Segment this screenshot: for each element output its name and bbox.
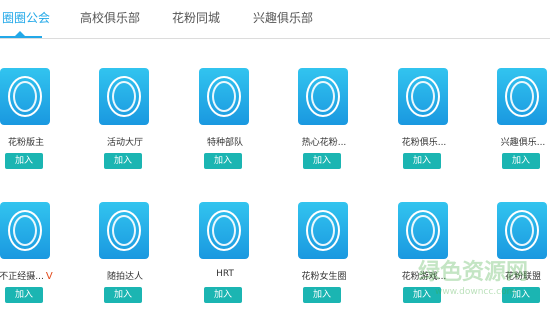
join-button[interactable]: 加入 bbox=[104, 287, 142, 303]
tab-bar: 圈圈公会 高校俱乐部 花粉同城 兴趣俱乐部 bbox=[0, 0, 550, 39]
group-name: 活动大厅 bbox=[89, 135, 161, 148]
group-avatar-icon[interactable] bbox=[298, 68, 348, 125]
ring-logo-icon bbox=[207, 210, 241, 251]
group-name-text: HRT bbox=[216, 269, 234, 279]
ring-logo-icon bbox=[8, 76, 42, 117]
ring-logo-icon bbox=[107, 210, 141, 251]
group-avatar-icon[interactable] bbox=[398, 68, 448, 125]
group-name: 花粉女生圈 bbox=[288, 269, 360, 282]
group-avatar-icon[interactable] bbox=[398, 202, 448, 259]
group-avatar-icon[interactable] bbox=[497, 68, 547, 125]
join-button[interactable]: 加入 bbox=[502, 287, 540, 303]
active-tab-caret bbox=[15, 31, 25, 36]
ring-logo-icon bbox=[505, 210, 539, 251]
join-button[interactable]: 加入 bbox=[5, 153, 43, 169]
ring-logo-icon bbox=[505, 76, 539, 117]
ring-logo-icon bbox=[8, 210, 42, 251]
join-button[interactable]: 加入 bbox=[104, 153, 142, 169]
group-avatar-icon[interactable] bbox=[0, 202, 50, 259]
ring-logo-icon bbox=[306, 76, 340, 117]
group-name-text: 活动大厅 bbox=[106, 138, 143, 148]
join-button[interactable]: 加入 bbox=[204, 287, 242, 303]
group-name: 花粉联盟 bbox=[487, 269, 550, 282]
group-name-text: 热心花粉... bbox=[301, 138, 347, 148]
join-button[interactable]: 加入 bbox=[5, 287, 43, 303]
group-name: 花粉游戏... bbox=[388, 269, 460, 282]
group-name-text: 兴趣俱乐... bbox=[500, 138, 546, 148]
group-name-text: 花粉联盟 bbox=[504, 272, 541, 282]
group-avatar-icon[interactable] bbox=[99, 202, 149, 259]
join-button[interactable]: 加入 bbox=[303, 287, 341, 303]
group-name: 热心花粉... bbox=[288, 135, 360, 148]
tab-fans-same-city[interactable]: 花粉同城 bbox=[172, 9, 220, 26]
group-name-text: 不正经摄... bbox=[0, 272, 44, 282]
group-name-text: 花粉女生圈 bbox=[301, 272, 347, 282]
group-name: 随拍达人 bbox=[89, 269, 161, 282]
join-button[interactable]: 加入 bbox=[303, 153, 341, 169]
verified-badge: V bbox=[45, 271, 53, 282]
ring-logo-icon bbox=[406, 210, 440, 251]
join-button[interactable]: 加入 bbox=[502, 153, 540, 169]
active-tab-indicator bbox=[0, 36, 42, 38]
group-name: 花粉版主 bbox=[0, 135, 62, 148]
group-name: 花粉俱乐... bbox=[388, 135, 460, 148]
tab-circle-guild[interactable]: 圈圈公会 bbox=[2, 9, 50, 26]
group-name-text: 特种部队 bbox=[206, 138, 243, 148]
group-name-text: 花粉游戏... bbox=[401, 272, 447, 282]
group-avatar-icon[interactable] bbox=[0, 68, 50, 125]
group-avatar-icon[interactable] bbox=[99, 68, 149, 125]
group-avatar-icon[interactable] bbox=[199, 202, 249, 259]
ring-logo-icon bbox=[107, 76, 141, 117]
group-name: 不正经摄... V bbox=[0, 269, 62, 282]
ring-logo-icon bbox=[306, 210, 340, 251]
group-name: 兴趣俱乐... bbox=[487, 135, 550, 148]
join-button[interactable]: 加入 bbox=[403, 153, 441, 169]
group-avatar-icon[interactable] bbox=[199, 68, 249, 125]
ring-logo-icon bbox=[207, 76, 241, 117]
group-name: 特种部队 bbox=[189, 135, 261, 148]
ring-logo-icon bbox=[406, 76, 440, 117]
join-button[interactable]: 加入 bbox=[204, 153, 242, 169]
join-button[interactable]: 加入 bbox=[403, 287, 441, 303]
group-name: HRT bbox=[189, 269, 261, 279]
group-name-text: 花粉版主 bbox=[7, 138, 44, 148]
group-name-text: 花粉俱乐... bbox=[401, 138, 447, 148]
tab-interest-club[interactable]: 兴趣俱乐部 bbox=[253, 9, 313, 26]
group-name-text: 随拍达人 bbox=[106, 272, 143, 282]
group-avatar-icon[interactable] bbox=[497, 202, 547, 259]
group-avatar-icon[interactable] bbox=[298, 202, 348, 259]
tab-college-club[interactable]: 高校俱乐部 bbox=[80, 9, 140, 26]
